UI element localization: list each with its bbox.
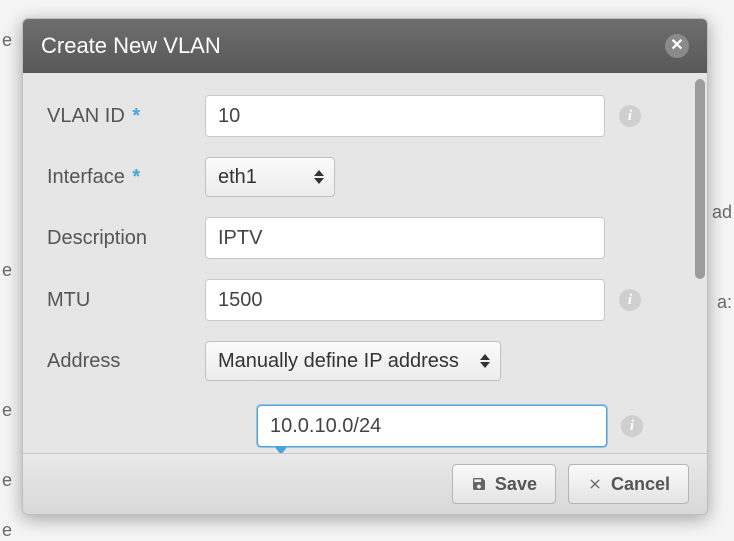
row-ip-address: i bbox=[257, 405, 669, 447]
address-mode-value: Manually define IP address bbox=[218, 350, 459, 373]
label-vlan-id: VLAN ID * bbox=[47, 105, 205, 128]
cancel-button-label: Cancel bbox=[611, 474, 670, 495]
row-description: Description bbox=[47, 217, 669, 259]
save-button[interactable]: Save bbox=[452, 464, 556, 504]
mtu-input[interactable] bbox=[205, 279, 605, 321]
label-mtu: MTU bbox=[47, 289, 205, 312]
create-vlan-dialog: Create New VLAN ✕ VLAN ID * i Interface … bbox=[22, 18, 708, 515]
info-icon[interactable]: i bbox=[621, 415, 643, 437]
dialog-title: Create New VLAN bbox=[41, 33, 221, 59]
label-interface: Interface * bbox=[47, 166, 205, 189]
label-address-text: Address bbox=[47, 350, 120, 372]
vlan-id-input[interactable] bbox=[205, 95, 605, 137]
label-description-text: Description bbox=[47, 227, 147, 249]
row-mtu: MTU i bbox=[47, 279, 669, 321]
scrollbar-thumb[interactable] bbox=[695, 79, 705, 279]
required-star: * bbox=[132, 166, 140, 188]
label-interface-text: Interface bbox=[47, 166, 125, 188]
close-icon: ✕ bbox=[670, 37, 683, 54]
label-vlan-id-text: VLAN ID bbox=[47, 105, 125, 127]
info-icon[interactable]: i bbox=[619, 289, 641, 311]
dialog-header: Create New VLAN ✕ bbox=[23, 19, 707, 73]
row-vlan-id: VLAN ID * i bbox=[47, 95, 669, 137]
callout-arrow-icon bbox=[275, 447, 287, 453]
interface-select[interactable]: eth1 bbox=[205, 157, 335, 197]
cancel-button[interactable]: Cancel bbox=[568, 464, 689, 504]
cancel-icon bbox=[587, 476, 603, 492]
dialog-footer: Save Cancel bbox=[23, 453, 707, 514]
info-icon[interactable]: i bbox=[619, 105, 641, 127]
ip-address-input[interactable] bbox=[257, 405, 607, 447]
save-icon bbox=[471, 476, 487, 492]
label-mtu-text: MTU bbox=[47, 289, 90, 311]
save-button-label: Save bbox=[495, 474, 537, 495]
address-mode-select[interactable]: Manually define IP address bbox=[205, 341, 501, 381]
required-star: * bbox=[132, 105, 140, 127]
description-input[interactable] bbox=[205, 217, 605, 259]
dialog-body: VLAN ID * i Interface * eth1 bbox=[23, 73, 693, 453]
row-address: Address Manually define IP address bbox=[47, 341, 669, 381]
chevron-updown-icon bbox=[480, 354, 490, 368]
row-interface: Interface * eth1 bbox=[47, 157, 669, 197]
chevron-updown-icon bbox=[314, 170, 324, 184]
close-button[interactable]: ✕ bbox=[665, 34, 689, 58]
label-address: Address bbox=[47, 350, 205, 373]
interface-select-value: eth1 bbox=[218, 166, 257, 189]
dialog-scrollbar[interactable] bbox=[693, 73, 707, 453]
label-description: Description bbox=[47, 227, 205, 250]
